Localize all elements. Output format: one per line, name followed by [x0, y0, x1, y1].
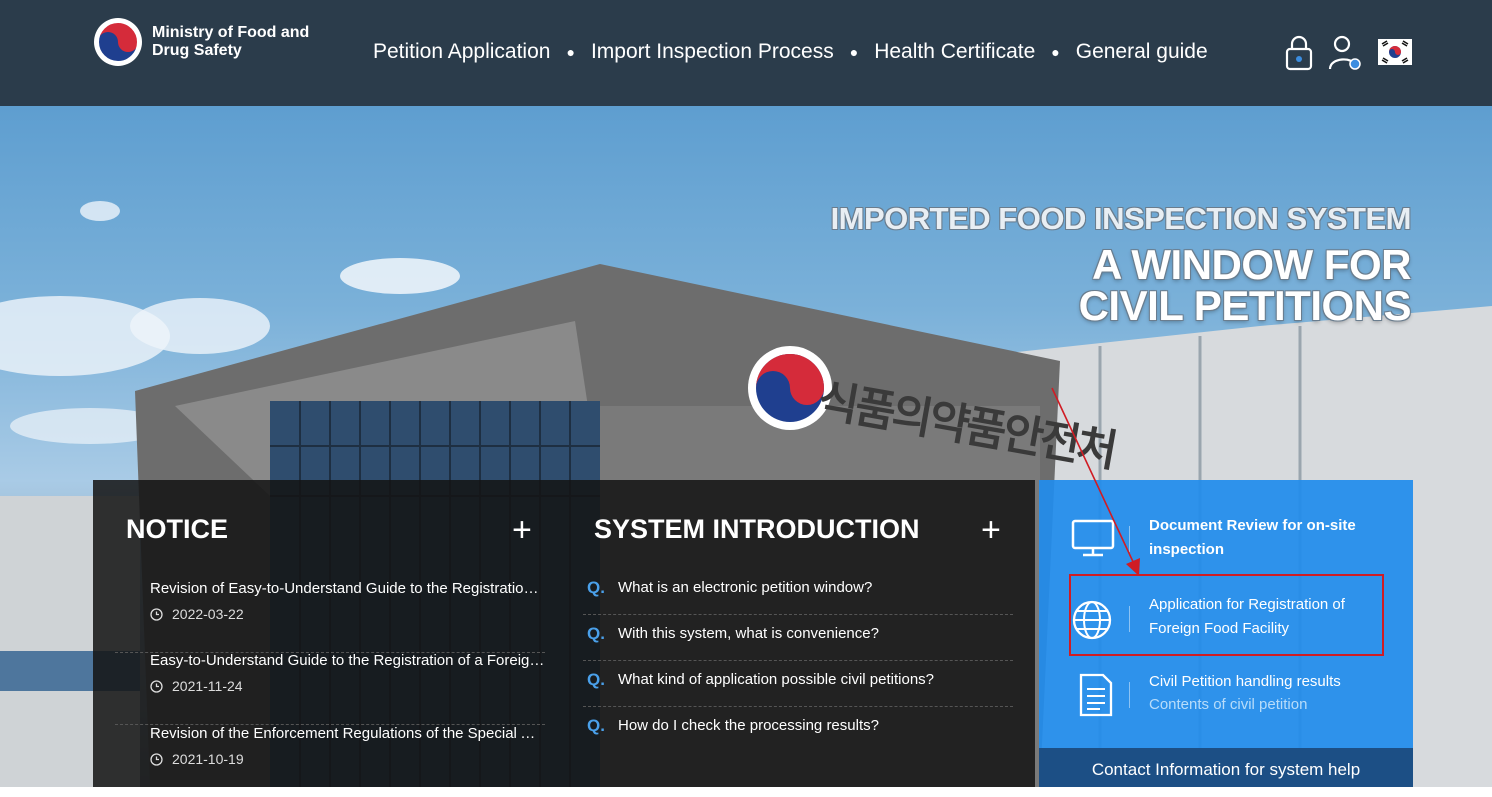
notice-item-date: 2021-10-19: [150, 751, 244, 767]
notice-item[interactable]: Easy-to-Understand Guide to the Registra…: [115, 652, 545, 725]
notice-item-date: 2021-11-24: [150, 678, 243, 694]
faq-item[interactable]: Q. What is an electronic petition window…: [583, 568, 1013, 615]
notice-item[interactable]: Revision of the Enforcement Regulations …: [115, 725, 545, 797]
notice-item-title[interactable]: Easy-to-Understand Guide to the Registra…: [150, 652, 545, 669]
faq-item[interactable]: Q. How do I check the processing results…: [583, 706, 1013, 752]
top-header: Ministry of Food and Drug Safety Petitio…: [0, 0, 1492, 106]
logo-line-2: Drug Safety: [152, 42, 242, 59]
clock-icon: [150, 607, 163, 621]
hero-title-line-1: A WINDOW FOR: [1091, 241, 1412, 288]
notice-item-title[interactable]: Revision of the Enforcement Regulations …: [150, 725, 545, 742]
document-icon: [1079, 673, 1113, 717]
notice-item[interactable]: Revision of Easy-to-Understand Guide to …: [115, 580, 545, 653]
faq-question[interactable]: What kind of application possible civil …: [618, 671, 934, 688]
hero-title-line-2: CIVIL PETITIONS: [1078, 282, 1412, 329]
globe-icon: [1072, 600, 1112, 640]
notice-title: NOTICE: [126, 514, 229, 544]
notice-date-text: 2021-11-24: [172, 678, 243, 694]
hero-title: A WINDOW FOR CIVIL PETITIONS: [1078, 241, 1412, 329]
notice-date-text: 2021-10-19: [172, 751, 244, 767]
service-separator: [1129, 682, 1130, 708]
user-icon[interactable]: [1328, 35, 1364, 71]
nav-separator: ●: [849, 44, 859, 60]
faq-q-marker: Q.: [587, 624, 605, 643]
nav-general-guide[interactable]: General guide: [1076, 40, 1208, 64]
service-title[interactable]: Application for Registration of Foreign …: [1149, 593, 1399, 641]
hero-subtitle: IMPORTED FOOD INSPECTION SYSTEM: [830, 201, 1412, 236]
clock-icon: [150, 679, 163, 693]
nav-health-certificate[interactable]: Health Certificate: [874, 40, 1035, 64]
faq-item[interactable]: Q. With this system, what is convenience…: [583, 614, 1013, 661]
faq-q-marker: Q.: [587, 578, 605, 597]
notice-date-text: 2022-03-22: [172, 606, 244, 622]
lock-icon[interactable]: [1285, 35, 1313, 71]
taegeuk-logo-icon: [94, 18, 142, 66]
system-intro-title: SYSTEM INTRODUCTION: [594, 514, 920, 544]
nav-separator: ●: [566, 44, 575, 60]
service-subtitle[interactable]: Contents of civil petition: [1149, 693, 1399, 716]
nav-separator: ●: [1051, 44, 1060, 60]
service-title[interactable]: Civil Petition handling results: [1149, 670, 1399, 693]
faq-q-marker: Q.: [587, 716, 605, 735]
faq-item[interactable]: Q. What kind of application possible civ…: [583, 660, 1013, 707]
korean-flag-icon[interactable]: [1378, 39, 1412, 65]
main-nav: Petition Application ● Import Inspection…: [373, 38, 1208, 66]
system-intro-more-button[interactable]: +: [981, 513, 1001, 547]
clock-icon: [150, 752, 163, 766]
notice-more-button[interactable]: +: [512, 513, 532, 547]
service-text[interactable]: Civil Petition handling results Contents…: [1149, 670, 1399, 716]
faq-q-marker: Q.: [587, 670, 605, 689]
ministry-logo[interactable]: Ministry of Food and Drug Safety: [93, 17, 333, 67]
service-separator: [1129, 606, 1130, 632]
nav-petition-application[interactable]: Petition Application: [373, 40, 550, 64]
contact-info-button[interactable]: Contact Information for system help: [1039, 748, 1413, 787]
logo-text: Ministry of Food and Drug Safety: [152, 24, 309, 60]
faq-question[interactable]: How do I check the processing results?: [618, 717, 879, 734]
notice-item-title[interactable]: Revision of Easy-to-Understand Guide to …: [150, 580, 545, 597]
nav-import-inspection-process[interactable]: Import Inspection Process: [591, 40, 834, 64]
faq-question[interactable]: What is an electronic petition window?: [618, 579, 872, 596]
faq-question[interactable]: With this system, what is convenience?: [618, 625, 879, 642]
service-petition-results[interactable]: Civil Petition handling results Contents…: [1039, 670, 1413, 730]
logo-line-1: Ministry of Food and: [152, 24, 310, 41]
info-panel: NOTICE + Revision of Easy-to-Understand …: [93, 480, 1035, 787]
annotation-arrow-icon: [1051, 387, 1140, 576]
service-title[interactable]: Document Review for on-site inspection: [1149, 514, 1399, 562]
notice-item-date: 2022-03-22: [150, 606, 244, 622]
service-foreign-facility-registration[interactable]: Application for Registration of Foreign …: [1039, 590, 1413, 650]
